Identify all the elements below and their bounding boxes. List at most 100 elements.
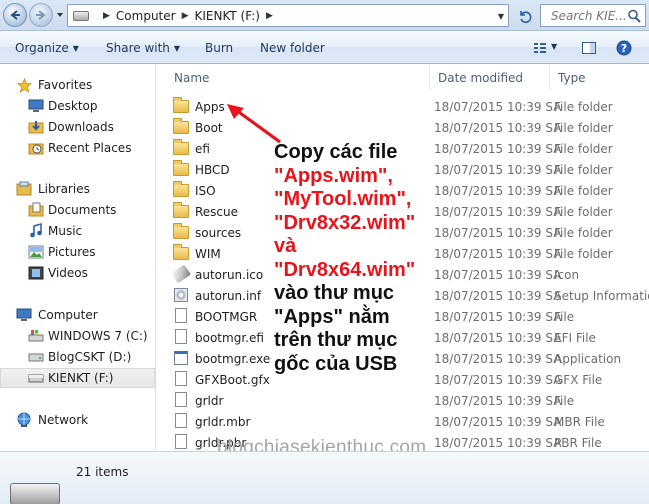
nav-pictures[interactable]: Pictures — [0, 242, 155, 262]
file-type: PBR File — [554, 435, 602, 450]
nav-favorites[interactable]: Favorites — [0, 75, 155, 95]
nav-music[interactable]: Music — [0, 221, 155, 241]
annotation-filename: "Drv8x64.wim" — [274, 258, 416, 281]
item-count: 21 items — [76, 465, 129, 479]
burn-button[interactable]: Burn — [205, 41, 233, 55]
folder-icon — [173, 97, 189, 114]
file-name: bootmgr.efi — [195, 330, 264, 345]
nav-downloads[interactable]: Downloads — [0, 117, 155, 137]
annotation-line: vào thư mục — [274, 282, 395, 304]
share-with-button[interactable]: Share with ▼ — [106, 41, 180, 55]
new-folder-button[interactable]: New folder — [260, 41, 325, 55]
star-icon — [16, 77, 32, 93]
view-options-dropdown-icon[interactable]: ▼ — [551, 42, 557, 51]
svg-text:?: ? — [621, 42, 627, 55]
file-name: BOOTMGR — [195, 309, 258, 324]
back-button[interactable] — [3, 3, 27, 27]
nav-label: Videos — [48, 266, 88, 280]
music-icon — [28, 223, 44, 239]
file-type: File folder — [554, 183, 613, 198]
refresh-icon — [520, 10, 532, 23]
breadcrumb-separator-icon[interactable]: ▶ — [266, 11, 273, 21]
organize-label: Organize — [15, 41, 69, 55]
refresh-button[interactable] — [514, 5, 536, 26]
column-header-label: Type — [558, 70, 586, 85]
setup-gear-icon — [173, 287, 189, 303]
folder-icon — [173, 139, 189, 156]
nav-label: Downloads — [48, 120, 114, 134]
nav-recent-places[interactable]: Recent Places — [0, 138, 155, 158]
file-type: File folder — [554, 225, 613, 240]
file-name: Rescue — [195, 204, 239, 219]
file-name: GFXBoot.gfx — [195, 372, 270, 387]
annotation-filename: "MyTool.wim", — [274, 188, 412, 210]
nav-documents[interactable]: Documents — [0, 200, 155, 220]
search-box[interactable] — [540, 4, 646, 27]
file-name: ISO — [195, 183, 216, 198]
nav-desktop[interactable]: Desktop — [0, 96, 155, 116]
file-name: bootmgr.exe — [195, 351, 271, 366]
recent-pages-dropdown-icon[interactable] — [56, 11, 64, 19]
file-name: WIM — [195, 246, 221, 261]
file-name: HBCD — [195, 162, 230, 177]
usb-drive-icon — [28, 370, 44, 386]
column-header-date[interactable]: Date modified — [430, 65, 550, 90]
address-bar[interactable]: ▶ Computer ▶ KIENKT (F:) ▶ ▼ — [67, 4, 509, 27]
folder-icon — [173, 223, 189, 240]
desktop-icon — [28, 98, 44, 114]
nav-network[interactable]: Network — [0, 410, 155, 430]
hard-drive-icon — [28, 349, 44, 365]
annotation-line: trên thư mục — [274, 329, 398, 351]
videos-icon — [28, 265, 44, 281]
file-name: efi — [195, 141, 210, 156]
file-icon — [173, 329, 189, 345]
nav-label: Desktop — [48, 99, 98, 113]
nav-libraries[interactable]: Libraries — [0, 179, 155, 199]
folder-icon — [173, 118, 189, 135]
address-history-dropdown-icon[interactable]: ▼ — [498, 12, 504, 21]
nav-videos[interactable]: Videos — [0, 263, 155, 283]
nav-label: Recent Places — [48, 141, 132, 155]
organize-button[interactable]: Organize ▼ — [15, 41, 79, 55]
nav-drive-c[interactable]: WINDOWS 7 (C:) — [0, 326, 155, 346]
nav-drive-f[interactable]: KIENKT (F:) — [0, 368, 155, 388]
nav-label: KIENKT (F:) — [48, 371, 114, 385]
search-input[interactable] — [551, 8, 625, 23]
nav-drive-d[interactable]: BlogCSKT (D:) — [0, 347, 155, 367]
change-view-icon[interactable] — [532, 40, 548, 56]
file-date-modified: 18/07/2015 10:39 SA — [434, 414, 562, 429]
forward-button[interactable] — [29, 3, 53, 27]
file-row[interactable]: grldr 18/07/2015 10:39 SA File — [157, 390, 649, 411]
breadcrumb-computer[interactable]: Computer — [116, 9, 176, 23]
folder-icon — [173, 202, 189, 219]
breadcrumb-drive[interactable]: KIENKT (F:) — [195, 9, 260, 23]
breadcrumb-separator-icon[interactable]: ▶ — [103, 11, 110, 21]
file-type: File — [554, 393, 575, 408]
annotation-callout: Copy các file "Apps.wim", "MyTool.wim", … — [274, 141, 474, 376]
documents-icon — [28, 202, 44, 218]
file-icon — [173, 392, 189, 408]
address-row: ▶ Computer ▶ KIENKT (F:) ▶ ▼ — [0, 0, 649, 31]
libraries-icon — [16, 181, 32, 197]
help-icon[interactable]: ? — [616, 40, 632, 56]
file-type: Icon — [554, 267, 580, 282]
nav-computer[interactable]: Computer — [0, 305, 155, 325]
preview-pane-icon[interactable] — [581, 40, 597, 56]
breadcrumb-separator-icon[interactable]: ▶ — [182, 11, 189, 21]
usb-drive-large-icon — [10, 483, 60, 504]
annotation-line: Copy các file — [274, 141, 398, 163]
column-header-row: Name Date modified Type — [157, 65, 649, 90]
chevron-down-icon: ▼ — [173, 44, 181, 53]
file-row[interactable]: grldr.mbr 18/07/2015 10:39 SA MBR File — [157, 411, 649, 432]
nav-label: Pictures — [48, 245, 96, 259]
file-name: autorun.inf — [195, 288, 262, 303]
file-type: File folder — [554, 99, 613, 114]
folder-icon — [173, 181, 189, 198]
nav-label: Network — [38, 413, 89, 427]
details-pane: 21 items — [0, 451, 649, 504]
column-header-type[interactable]: Type — [550, 65, 649, 90]
forward-arrow-icon — [36, 10, 46, 20]
file-date-modified: 18/07/2015 10:39 SA — [434, 435, 562, 450]
back-arrow-icon — [10, 10, 20, 20]
column-header-name[interactable]: Name — [166, 65, 430, 90]
